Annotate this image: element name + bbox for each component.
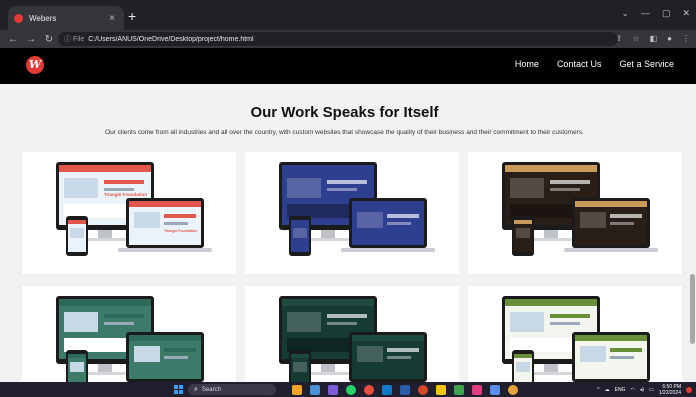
window-controls: ⌄ — ▢ ✕ [621,8,690,19]
nav-link-contact[interactable]: Contact Us [557,59,602,69]
new-tab-icon[interactable]: + [128,9,136,23]
nav-link-home[interactable]: Home [515,59,539,69]
clock-date: 1/22/2024 [658,390,681,396]
app-teams-icon[interactable] [328,385,338,395]
section-subheading: Our clients come from all industries and… [105,129,584,136]
browser-tab[interactable]: Webers × [8,6,124,30]
wifi-icon[interactable]: ◠ [630,387,634,393]
tray-chevron-icon[interactable]: ^ [597,387,599,393]
battery-icon[interactable]: ▭ [649,387,654,393]
minimize-icon[interactable]: — [641,8,650,19]
taskbar-clock[interactable]: 6:50 PM 1/22/2024 [659,384,681,396]
app-store-icon[interactable] [490,385,500,395]
volume-icon[interactable]: ◂) [640,387,644,393]
search-icon: ⌕ [194,385,198,393]
nav-link-get-service[interactable]: Get a Service [619,59,674,69]
app-browser-icon[interactable] [292,385,302,395]
back-icon[interactable]: ← [8,34,18,45]
app-vscode-icon[interactable] [382,385,392,395]
toolbar-actions: ⇪ ☆ ◧ ● ⋮ [616,34,690,43]
tab-search-icon[interactable]: ⌄ [621,8,629,19]
portfolio-card[interactable] [245,152,459,274]
close-window-icon[interactable]: ✕ [682,8,690,19]
taskbar-search-label: Search [201,386,221,393]
reload-icon[interactable]: ↻ [44,34,54,45]
favicon-icon [14,13,23,23]
svg-text:Triangle Foundation: Triangle Foundation [104,192,147,197]
notification-icon[interactable] [686,387,692,393]
portfolio-card[interactable] [22,286,236,382]
svg-text:Triangle Foundation: Triangle Foundation [164,229,197,233]
app-files-icon[interactable] [310,385,320,395]
system-tray: ^ ☁ ENG ◠ ◂) ▭ 6:50 PM 1/22/2024 [597,384,692,396]
browser-tab-strip: Webers × + ⌄ — ▢ ✕ [0,0,696,30]
portfolio-mockup-image [56,296,204,382]
portfolio-mockup-image [279,162,435,256]
portfolio-mockup-image [279,296,427,382]
taskbar-search[interactable]: ⌕ Search [188,384,276,395]
maximize-icon[interactable]: ▢ [662,8,671,19]
app-media-icon[interactable] [418,385,428,395]
section-heading: Our Work Speaks for Itself [250,104,439,121]
taskbar-apps [292,385,518,395]
url-text: C:/Users/ANUS/OneDrive/Desktop/project/h… [88,35,254,43]
portfolio-card[interactable]: Triangle Foundation Triangle Foundation [22,152,236,274]
close-tab-icon[interactable]: × [106,13,118,24]
site-info-icon[interactable]: ⓘ File [64,34,84,44]
share-icon[interactable]: ⇪ [616,34,623,43]
bookmark-star-icon[interactable]: ☆ [632,34,639,43]
app-excel-icon[interactable] [454,385,464,395]
app-photos-icon[interactable] [472,385,482,395]
portfolio-section: Our Work Speaks for Itself Our clients c… [0,84,689,382]
tray-language[interactable]: ENG [615,387,626,393]
forward-icon[interactable]: → [26,34,36,45]
app-word-icon[interactable] [400,385,410,395]
start-windows-icon[interactable] [174,385,183,394]
portfolio-mockup-image [502,296,650,382]
browser-toolbar: ← → ↻ ⓘ File C:/Users/ANUS/OneDrive/Desk… [0,30,696,48]
scrollbar-thumb[interactable] [690,274,695,344]
portfolio-card[interactable] [245,286,459,382]
app-explorer-icon[interactable] [436,385,446,395]
tab-title: Webers [29,13,57,23]
app-chrome-alt-icon[interactable] [508,385,518,395]
address-bar[interactable]: ⓘ File C:/Users/ANUS/OneDrive/Desktop/pr… [58,32,618,46]
site-logo[interactable]: W [26,56,44,74]
profile-icon[interactable]: ● [667,34,672,43]
app-chrome-icon[interactable] [364,385,374,395]
portfolio-mockup-image [502,162,658,256]
portfolio-card[interactable] [468,152,682,274]
page-scrollbar[interactable] [689,84,696,382]
app-whatsapp-icon[interactable] [346,385,356,395]
side-panel-icon[interactable]: ◧ [650,34,658,43]
site-navbar: W Home Contact Us Get a Service [0,48,696,84]
menu-kebab-icon[interactable]: ⋮ [682,34,690,43]
windows-taskbar: ⌕ Search ^ ☁ ENG ◠ ◂) ▭ 6:50 PM 1/22/202… [0,382,696,397]
portfolio-card[interactable] [468,286,682,382]
tray-cloud-icon[interactable]: ☁ [605,387,610,393]
nav-links: Home Contact Us Get a Service [515,59,674,69]
portfolio-mockup-image: Triangle Foundation Triangle Foundation [56,162,212,256]
